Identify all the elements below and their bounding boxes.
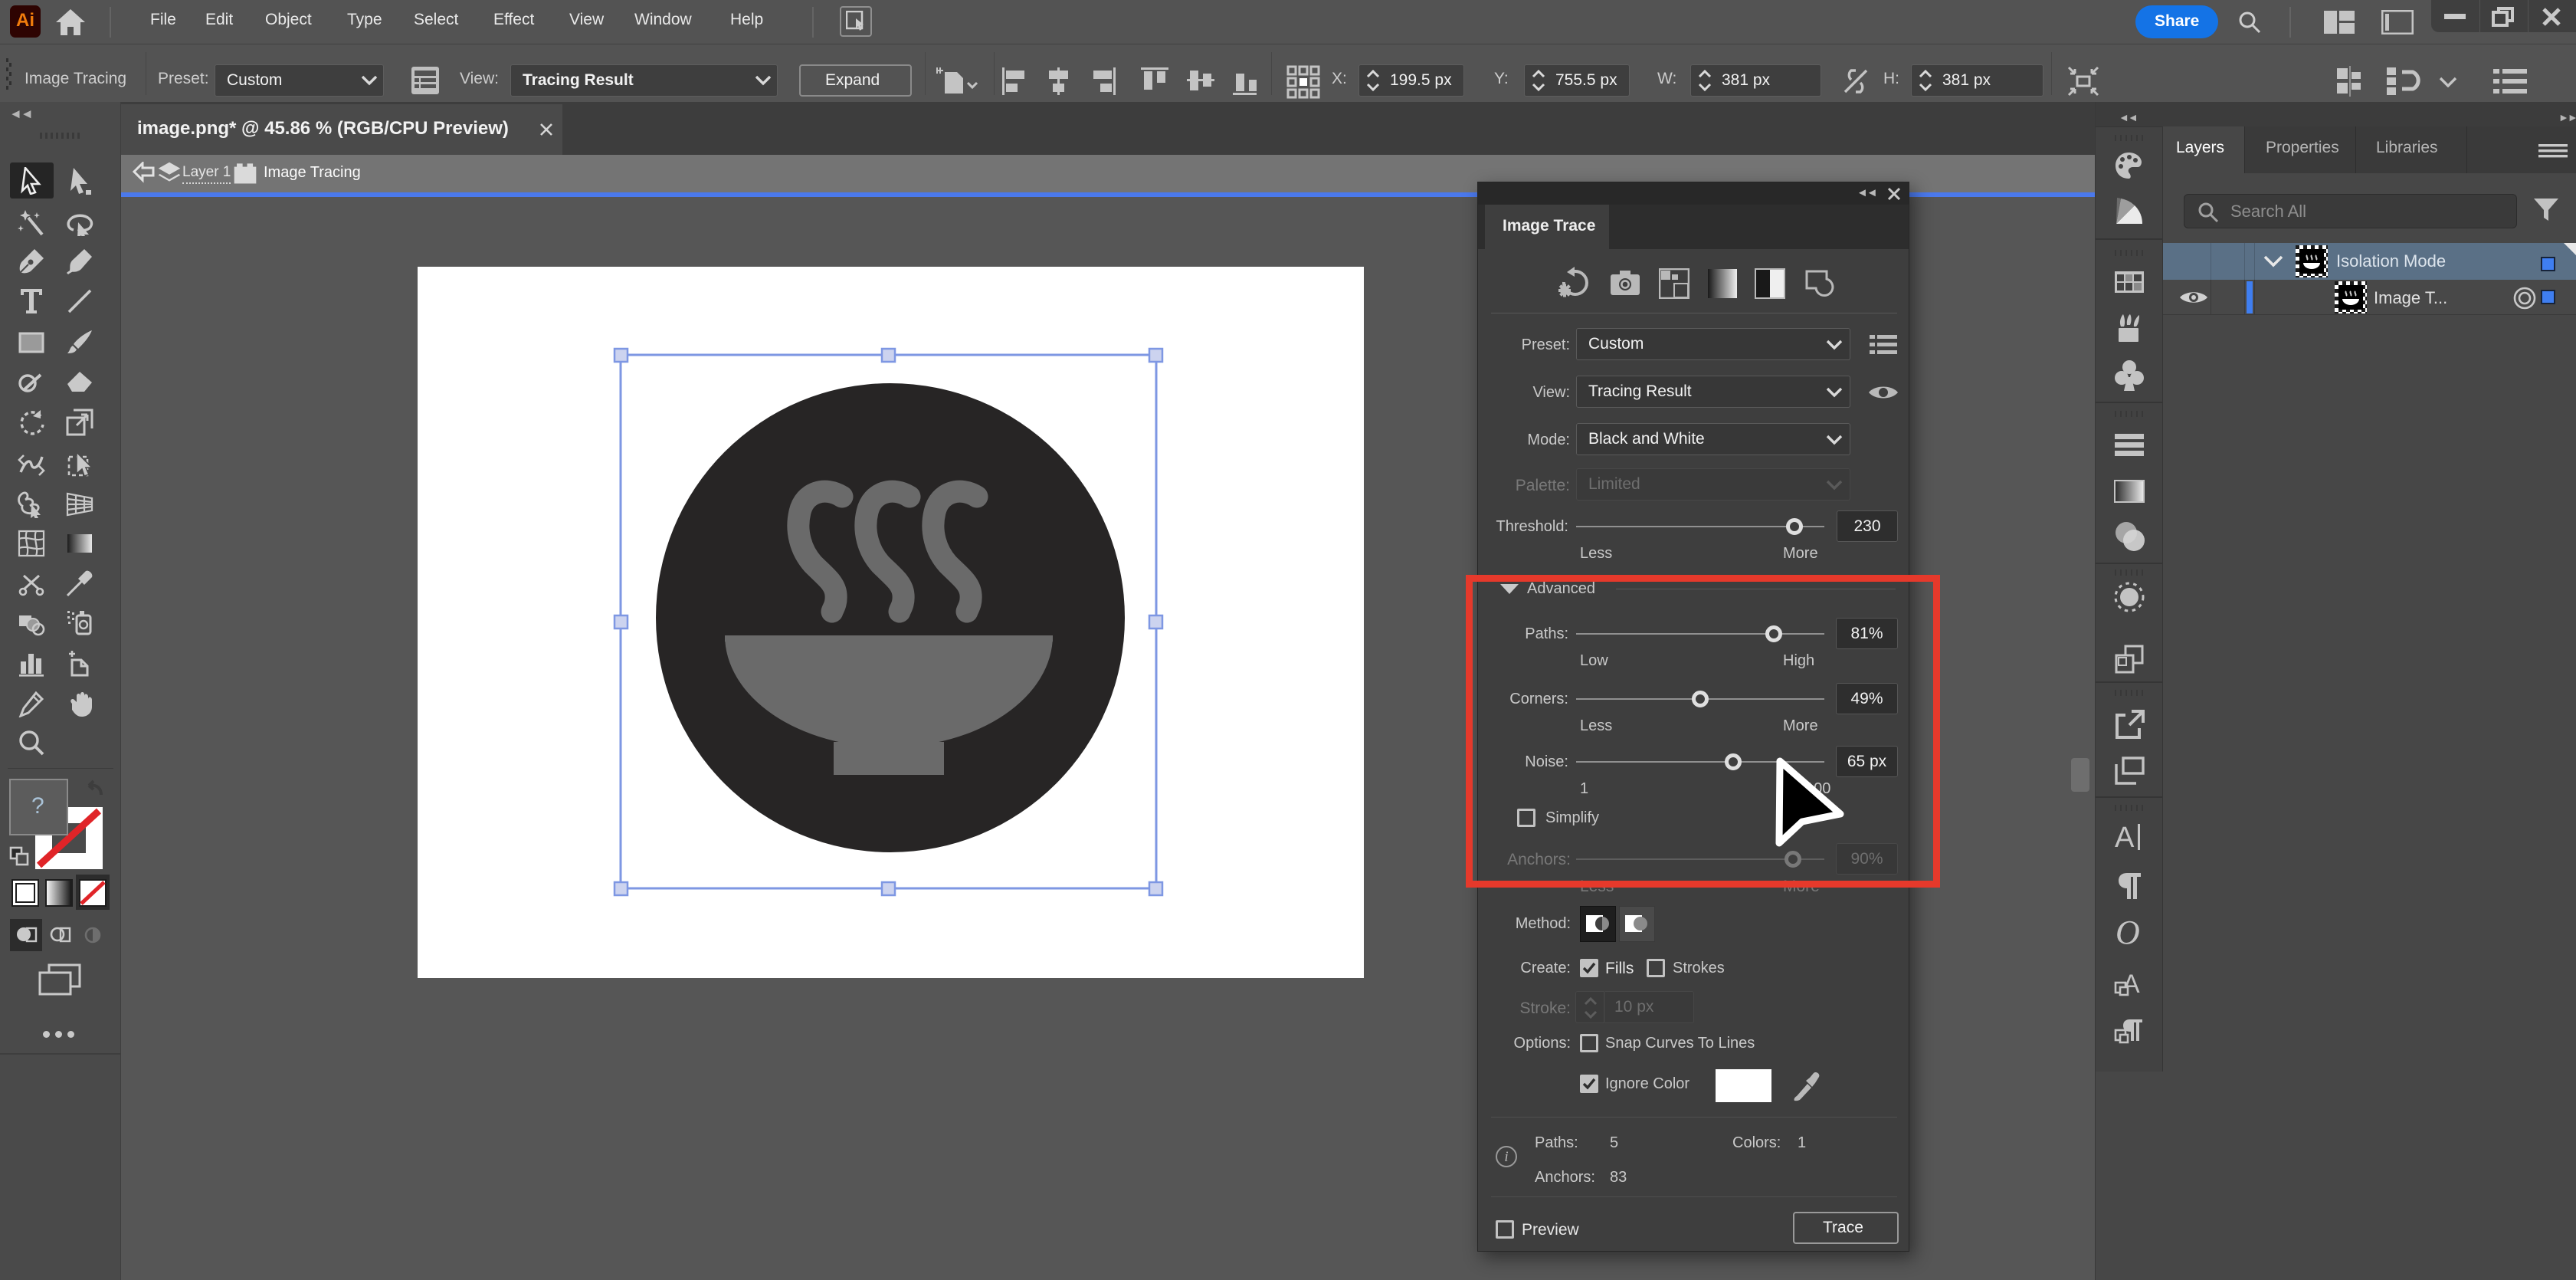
- svg-text:A: A: [2115, 822, 2135, 854]
- svg-text:O: O: [2116, 914, 2140, 951]
